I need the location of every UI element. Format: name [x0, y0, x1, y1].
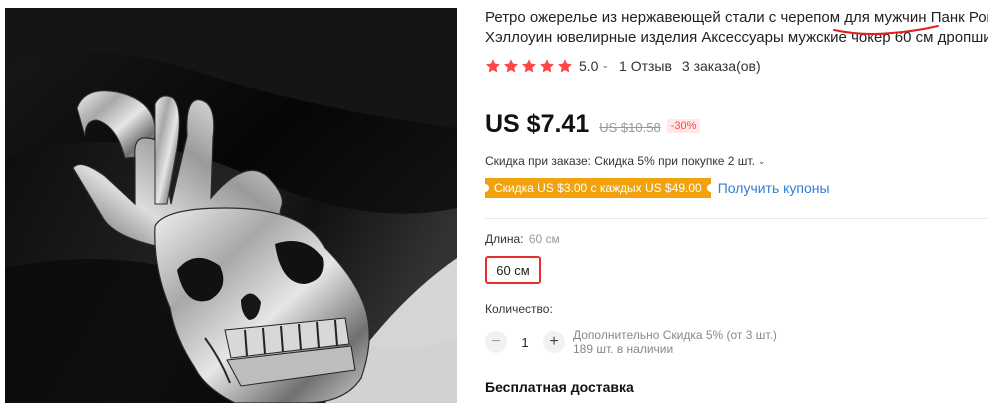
divider [485, 218, 988, 219]
price-row: US $7.41 US $10.58 -30% [485, 110, 701, 139]
decrease-quantity-button[interactable]: − [485, 331, 507, 353]
length-label-row: Длина: 60 см [485, 232, 560, 246]
coupon-row: Скидка US $3.00 с каждых US $49.00 Получ… [485, 178, 830, 198]
product-page: Ретро ожерелье из нержавеющей стали с че… [0, 0, 988, 403]
quantity-label: Количество: [485, 302, 553, 316]
coupon-tag: Скидка US $3.00 с каждых US $49.00 [485, 178, 715, 198]
length-selected-value: 60 см [528, 232, 560, 246]
rating-score[interactable]: 5.0 [579, 58, 598, 74]
orders-count: 3 заказа(ов) [681, 58, 761, 74]
chevron-down-icon: ⌄ [757, 155, 766, 166]
stock-text: 189 шт. в наличии [573, 342, 674, 356]
old-price: US $10.58 [599, 120, 661, 135]
product-image[interactable] [5, 8, 457, 403]
current-price: US $7.41 [485, 110, 590, 138]
order-discount-dropdown[interactable]: Скидка при заказе: Скидка 5% при покупке… [485, 154, 765, 168]
reviews-link[interactable]: 1 Отзыв [619, 58, 672, 74]
title-highlight: для мужчин [844, 9, 927, 26]
star-icon [522, 59, 536, 73]
star-icon [486, 59, 500, 73]
rating-row: 5.0 ⌄ 1 Отзыв 3 заказа(ов) [485, 58, 761, 74]
star-icon [504, 59, 518, 73]
skull-pendant-photo [5, 8, 457, 403]
quantity-input[interactable]: 1 [507, 335, 543, 350]
star-icon [558, 59, 572, 73]
quantity-info: Дополнительно Скидка 5% (от 3 шт.) 189 ш… [573, 328, 777, 356]
title-text-part1: Ретро ожерелье из нержавеющей стали с че… [485, 9, 845, 26]
length-option-60cm[interactable]: 60 см [485, 256, 541, 284]
order-discount-text: Скидка при заказе: Скидка 5% при покупке… [485, 154, 755, 168]
chevron-down-icon[interactable]: ⌄ [601, 60, 609, 71]
free-shipping-label: Бесплатная доставка [485, 379, 634, 395]
product-title: Ретро ожерелье из нержавеющей стали с че… [485, 8, 988, 48]
product-info-panel: Ретро ожерелье из нержавеющей стали с че… [485, 8, 988, 403]
length-label: Длина: [485, 232, 524, 246]
quantity-stepper: − 1 + Дополнительно Скидка 5% (от 3 шт.)… [485, 328, 777, 356]
increase-quantity-button[interactable]: + [543, 331, 565, 353]
get-coupons-link[interactable]: Получить купоны [718, 180, 830, 196]
extra-discount-text: Дополнительно Скидка 5% (от 3 шт.) [573, 328, 777, 342]
star-rating [485, 58, 573, 74]
discount-badge: -30% [666, 119, 701, 133]
star-icon [540, 59, 554, 73]
